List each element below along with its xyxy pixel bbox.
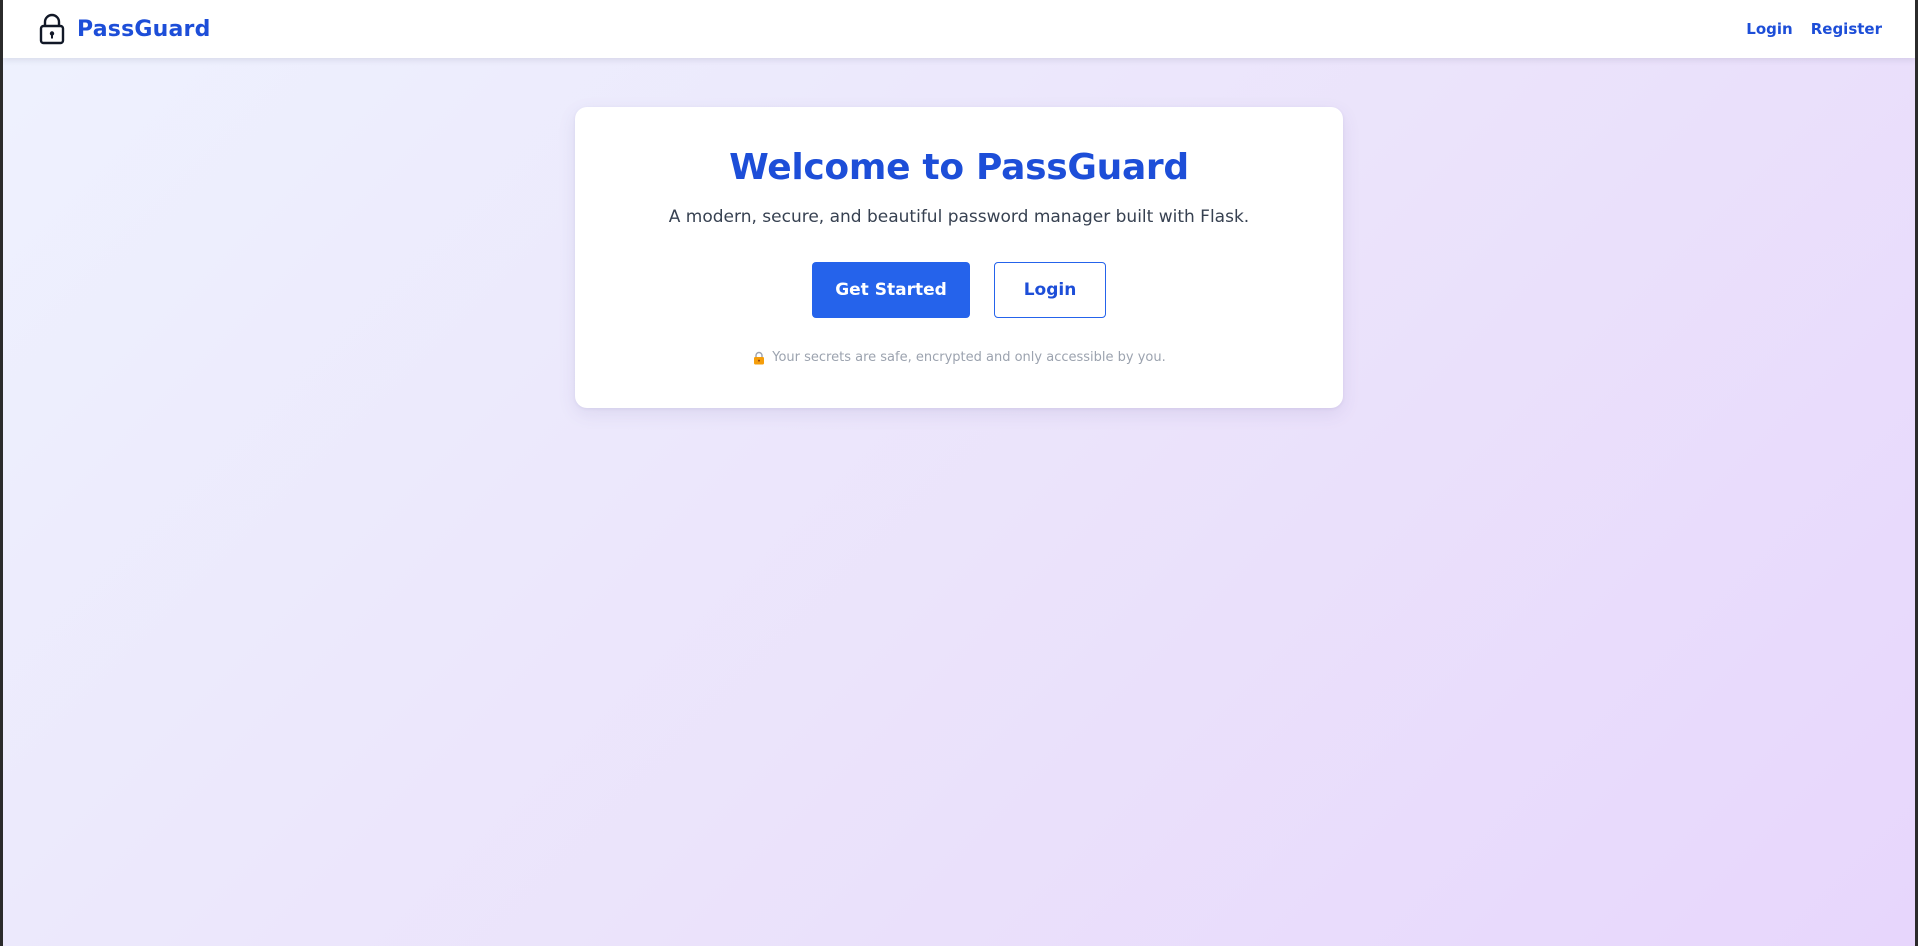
nav-register-link[interactable]: Register bbox=[1811, 20, 1882, 38]
lock-emoji-icon bbox=[752, 351, 766, 365]
login-button[interactable]: Login bbox=[994, 262, 1106, 318]
brand-name: PassGuard bbox=[77, 16, 211, 42]
app-window: PassGuard Login Register Welcome to Pass… bbox=[3, 0, 1915, 946]
padlock-icon bbox=[37, 12, 67, 46]
top-navbar: PassGuard Login Register bbox=[3, 0, 1915, 58]
nav-login-link[interactable]: Login bbox=[1746, 20, 1792, 38]
security-note: Your secrets are safe, encrypted and onl… bbox=[575, 350, 1343, 365]
welcome-card: Welcome to PassGuard A modern, secure, a… bbox=[575, 107, 1343, 408]
page-subtitle: A modern, secure, and beautiful password… bbox=[668, 207, 1250, 227]
get-started-button[interactable]: Get Started bbox=[812, 262, 970, 318]
nav-links: Login Register bbox=[1746, 20, 1882, 38]
brand-home-link[interactable]: PassGuard bbox=[37, 12, 211, 46]
security-note-text: Your secrets are safe, encrypted and onl… bbox=[772, 350, 1166, 365]
cta-buttons: Get Started Login bbox=[575, 262, 1343, 318]
page-title: Welcome to PassGuard bbox=[729, 147, 1189, 188]
